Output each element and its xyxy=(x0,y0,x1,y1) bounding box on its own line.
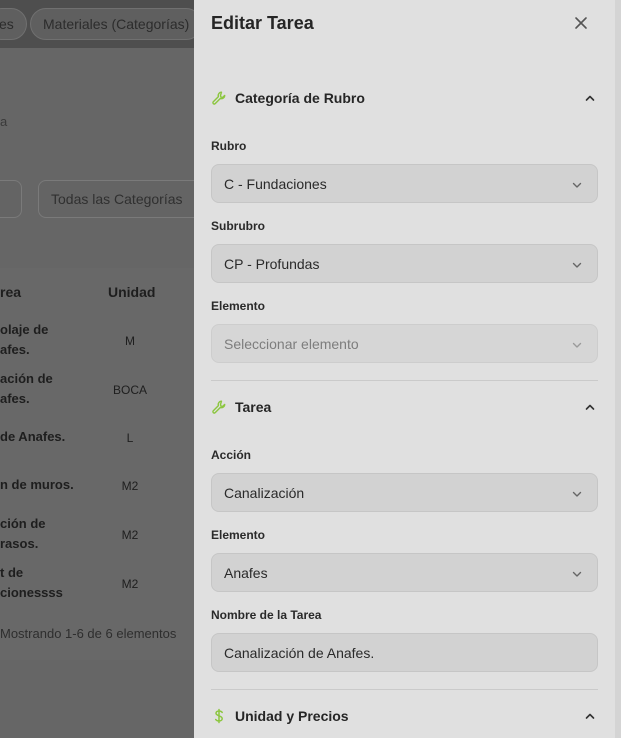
elemento-categoria-placeholder: Seleccionar elemento xyxy=(224,336,359,352)
close-button[interactable] xyxy=(571,13,591,33)
table-row-unit: M2 xyxy=(121,577,139,591)
chevron-down-icon xyxy=(572,262,582,268)
section-title: Tarea xyxy=(235,399,272,415)
table-row-unit: M2 xyxy=(121,479,139,493)
table-row-task: ción de rasos. xyxy=(0,516,46,551)
background-table-header-task: rea xyxy=(0,284,22,300)
dollar-icon xyxy=(214,708,223,724)
section-title: Unidad y Precios xyxy=(235,708,349,724)
panel-scrollbar[interactable] xyxy=(615,0,621,738)
rubro-label: Rubro xyxy=(211,139,247,153)
subrubro-select[interactable]: CP - Profundas xyxy=(211,244,598,283)
background-tab: es xyxy=(0,8,27,40)
background-table-header-unit: Unidad xyxy=(108,284,156,300)
section-title: Categoría de Rubro xyxy=(235,90,365,106)
accion-select[interactable]: Canalización xyxy=(211,473,598,512)
rubro-select-value: C - Fundaciones xyxy=(224,176,327,192)
elemento-tarea-label: Elemento xyxy=(211,528,266,542)
table-row-task: olaje de afes. xyxy=(0,322,49,357)
table-row-task: de Anafes. xyxy=(0,429,66,444)
table-row-unit: M xyxy=(125,334,135,348)
panel-title: Editar Tarea xyxy=(211,13,314,33)
section-header-categoria-rubro[interactable]: Categoría de Rubro xyxy=(211,88,598,112)
nombre-tarea-label: Nombre de la Tarea xyxy=(211,608,322,622)
table-row-unit: M2 xyxy=(121,528,139,542)
edit-task-panel: Editar Tarea Categoría de Rubro Rubro C … xyxy=(194,0,615,738)
chevron-up-icon xyxy=(585,404,595,410)
section-header-tarea[interactable]: Tarea xyxy=(211,397,598,421)
section-header-unidad-precios[interactable]: Unidad y Precios xyxy=(211,706,598,730)
table-row-task: ación de afes. xyxy=(0,371,53,406)
accion-label: Acción xyxy=(211,448,252,462)
subrubro-select-value: CP - Profundas xyxy=(224,256,320,272)
chevron-down-icon xyxy=(572,491,582,497)
table-row-task: t de cionessss xyxy=(0,565,63,600)
nombre-tarea-value: Canalización de Anafes. xyxy=(224,645,375,661)
background-search-input xyxy=(0,180,22,218)
chevron-up-icon xyxy=(585,95,595,101)
background-pagination-text: Mostrando 1-6 de 6 elementos xyxy=(0,626,177,641)
chevron-up-icon xyxy=(585,713,595,719)
section-divider xyxy=(211,689,598,690)
wrench-icon xyxy=(212,400,226,414)
elemento-categoria-select[interactable]: Seleccionar elemento xyxy=(211,324,598,363)
section-divider xyxy=(211,380,598,381)
wrench-icon xyxy=(212,91,226,105)
table-row-unit: L xyxy=(126,431,134,445)
accion-select-value: Canalización xyxy=(224,485,305,501)
subrubro-label: Subrubro xyxy=(211,219,265,233)
chevron-down-icon xyxy=(572,182,582,188)
elemento-tarea-select[interactable]: Anafes xyxy=(211,553,598,592)
background-tab-materiales: Materiales (Categorías) xyxy=(30,8,203,40)
background-breadcrumb: a xyxy=(0,114,8,129)
chevron-down-icon xyxy=(572,571,582,577)
close-icon xyxy=(575,17,587,29)
elemento-categoria-label: Elemento xyxy=(211,299,266,313)
table-row-unit: BOCA xyxy=(112,383,147,397)
rubro-select[interactable]: C - Fundaciones xyxy=(211,164,598,203)
elemento-tarea-value: Anafes xyxy=(224,565,268,581)
chevron-down-icon xyxy=(572,342,582,348)
background-category-filter: Todas las Categorías xyxy=(38,180,208,218)
table-row-task: n de muros. xyxy=(0,477,74,492)
nombre-tarea-input[interactable]: Canalización de Anafes. xyxy=(211,633,598,672)
